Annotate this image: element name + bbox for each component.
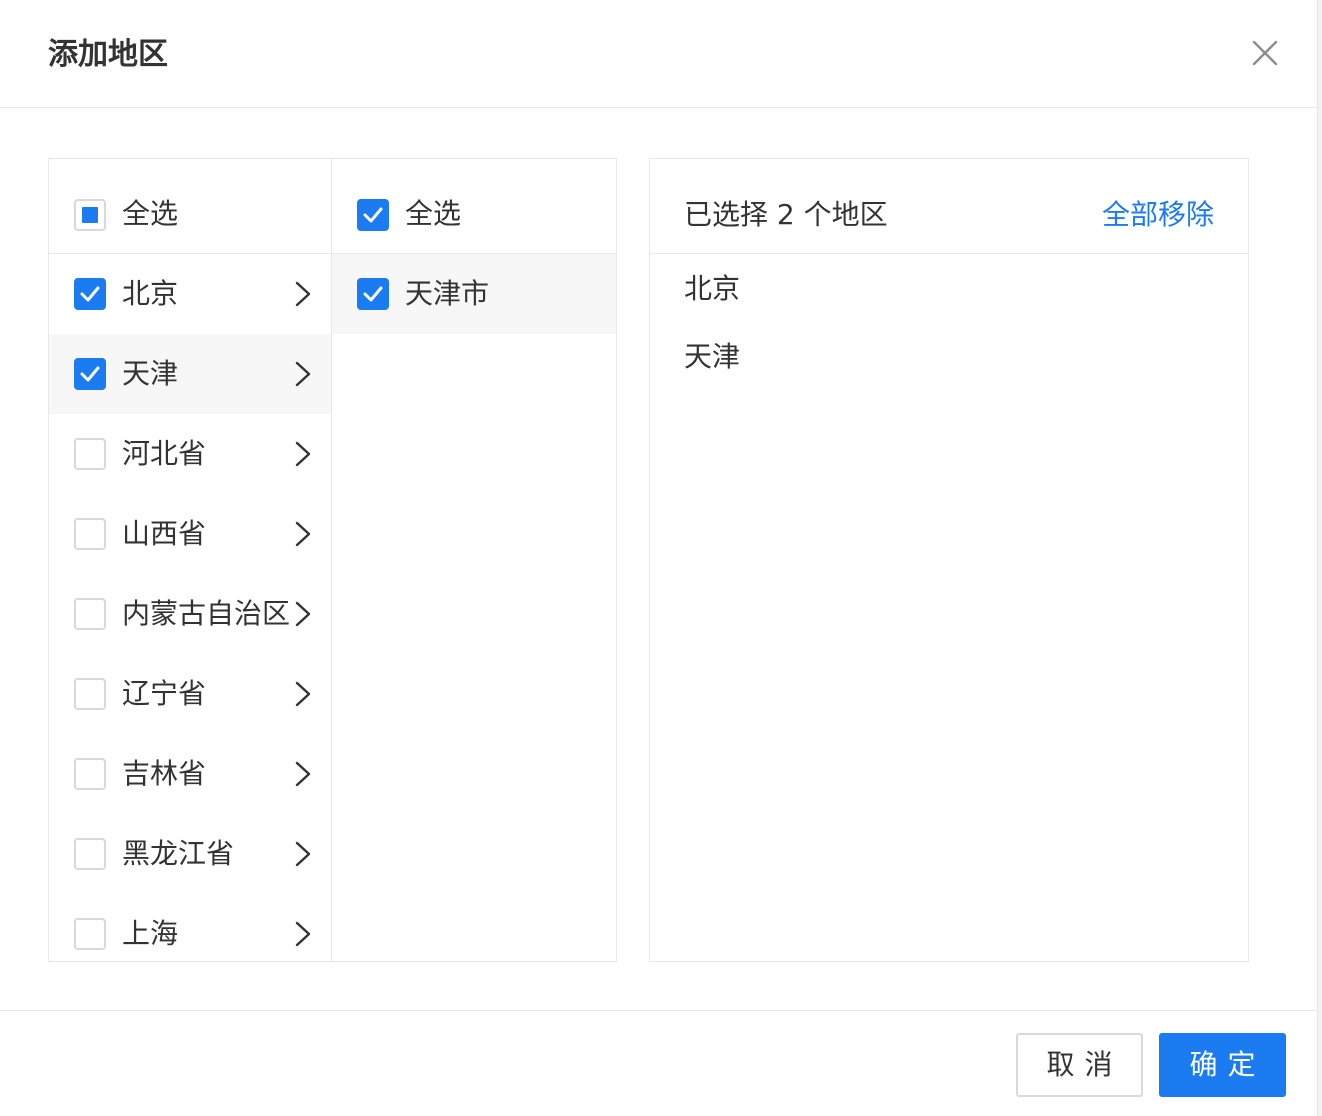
selected-item: 天津 — [684, 340, 741, 373]
city-checkbox[interactable] — [357, 278, 389, 310]
province-row[interactable]: 辽宁省 — [49, 654, 331, 734]
province-label: 山西省 — [122, 517, 207, 550]
close-icon[interactable] — [1248, 36, 1282, 70]
province-label: 上海 — [122, 917, 179, 950]
chevron-right-icon[interactable] — [293, 359, 313, 389]
chevron-right-icon[interactable] — [293, 279, 313, 309]
province-label: 河北省 — [122, 437, 207, 470]
province-row[interactable]: 山西省 — [49, 494, 331, 574]
province-checkbox[interactable] — [74, 598, 106, 630]
province-select-all-label: 全选 — [122, 197, 179, 230]
chevron-right-icon[interactable] — [293, 599, 313, 629]
province-checkbox[interactable] — [74, 918, 106, 950]
province-checkbox[interactable] — [74, 358, 106, 390]
dialog-header: 添加地区 — [0, 0, 1317, 108]
chevron-right-icon[interactable] — [293, 439, 313, 469]
remove-all-link[interactable]: 全部移除 — [1102, 195, 1214, 235]
confirm-button[interactable]: 确定 — [1159, 1033, 1286, 1097]
add-region-dialog: 添加地区 全选 北京天津河北省山西省内蒙古自治区 辽宁省吉林省黑龙江省上海 全选 … — [0, 0, 1318, 1116]
chevron-right-icon[interactable] — [293, 679, 313, 709]
province-label: 内蒙古自治区 — [122, 597, 291, 630]
province-row[interactable]: 黑龙江省 — [49, 814, 331, 894]
checkmark-icon — [363, 286, 383, 302]
province-row[interactable]: 河北省 — [49, 414, 331, 494]
province-checkbox[interactable] — [74, 678, 106, 710]
province-checkbox[interactable] — [74, 518, 106, 550]
dialog-title: 添加地区 — [48, 37, 168, 72]
city-select-all-checkbox[interactable] — [357, 199, 389, 231]
city-select-all-row[interactable]: 全选 — [332, 159, 616, 254]
checkmark-icon — [80, 286, 100, 302]
province-label: 黑龙江省 — [122, 837, 235, 870]
province-checkbox[interactable] — [74, 838, 106, 870]
province-label: 天津 — [122, 357, 179, 390]
city-label: 天津市 — [405, 277, 490, 310]
checkmark-icon — [363, 207, 383, 223]
province-select-all-checkbox[interactable] — [74, 199, 106, 231]
dialog-footer: 取消 确定 — [0, 1010, 1317, 1116]
selected-panel: 已选择 2 个地区 全部移除 北京天津 — [649, 158, 1249, 962]
checkmark-icon — [80, 366, 100, 382]
province-row[interactable]: 天津 — [49, 334, 331, 414]
province-row[interactable]: 吉林省 — [49, 734, 331, 814]
province-row[interactable]: 北京 — [49, 254, 331, 334]
chevron-right-icon[interactable] — [293, 519, 313, 549]
province-label: 北京 — [122, 277, 179, 310]
selected-summary: 已选择 2 个地区 — [684, 198, 888, 231]
province-checkbox[interactable] — [74, 438, 106, 470]
cancel-button[interactable]: 取消 — [1016, 1033, 1143, 1097]
province-row[interactable]: 内蒙古自治区 — [49, 574, 331, 654]
province-row[interactable]: 上海 — [49, 894, 331, 961]
city-row[interactable]: 天津市 — [332, 254, 616, 334]
province-list: 全选 北京天津河北省山西省内蒙古自治区 辽宁省吉林省黑龙江省上海 — [48, 158, 332, 962]
selected-item: 北京 — [684, 272, 741, 305]
chevron-right-icon[interactable] — [293, 919, 313, 949]
city-select-all-label: 全选 — [405, 197, 462, 230]
chevron-right-icon[interactable] — [293, 759, 313, 789]
chevron-right-icon[interactable] — [293, 839, 313, 869]
province-label: 吉林省 — [122, 757, 207, 790]
province-label: 辽宁省 — [122, 677, 207, 710]
province-checkbox[interactable] — [74, 278, 106, 310]
province-select-all-row[interactable]: 全选 — [49, 159, 331, 254]
city-list: 全选 天津市 — [331, 158, 617, 962]
divider — [650, 253, 1248, 254]
province-checkbox[interactable] — [74, 758, 106, 790]
